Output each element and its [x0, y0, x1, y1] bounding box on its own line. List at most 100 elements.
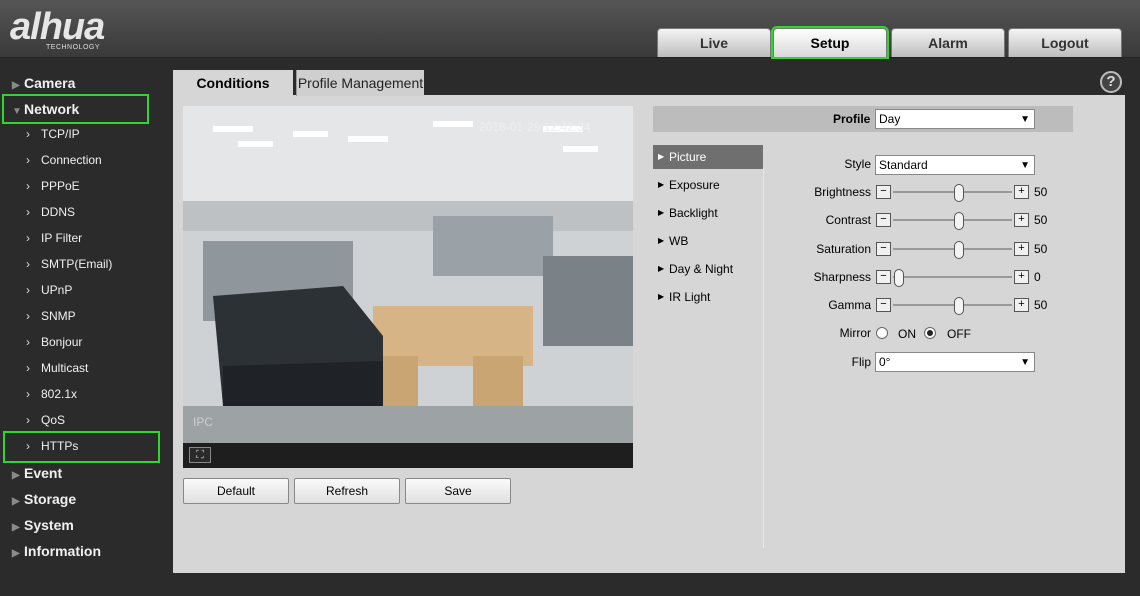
tab-conditions[interactable]: Conditions: [173, 70, 293, 96]
mirror-on-radio[interactable]: [876, 327, 888, 339]
chevron-right-icon: ›: [26, 127, 30, 141]
profile-select[interactable]: Day ▼: [875, 109, 1035, 129]
tab-setup[interactable]: Setup: [771, 26, 889, 59]
sidebar-item-system[interactable]: ▶ System: [12, 514, 74, 536]
gamma-slider[interactable]: − +: [876, 297, 1030, 315]
chevron-down-icon: ▼: [1020, 114, 1030, 125]
profile-select-value: Day: [879, 112, 901, 126]
sidebar-item-storage[interactable]: ▶ Storage: [12, 488, 76, 510]
menu-item-label: Backlight: [669, 206, 718, 220]
sidebar-item-ddns[interactable]: › DDNS: [26, 202, 75, 222]
decrease-button[interactable]: −: [876, 270, 891, 284]
sidebar-item-pppoe[interactable]: › PPPoE: [26, 176, 80, 196]
chevron-right-icon: ›: [26, 335, 30, 349]
sidebar-item-bonjour[interactable]: › Bonjour: [26, 332, 82, 352]
sidebar-item-label: Multicast: [41, 361, 89, 375]
caret-right-icon: ▶: [658, 208, 665, 217]
menu-item-day-night[interactable]: ▶ Day & Night: [653, 257, 763, 281]
style-select[interactable]: Standard ▼: [875, 155, 1035, 175]
fullscreen-icon[interactable]: ⛶: [189, 447, 211, 463]
brightness-slider[interactable]: − +: [876, 184, 1030, 202]
contrast-value: 50: [1034, 213, 1048, 227]
save-button[interactable]: Save: [405, 478, 511, 504]
refresh-button[interactable]: Refresh: [294, 478, 400, 504]
chevron-down-icon: ▼: [1020, 357, 1030, 368]
sidebar-item-label: Storage: [24, 491, 77, 507]
sharpness-value: 0: [1034, 270, 1041, 284]
sidebar-item-label: Connection: [41, 153, 102, 167]
slider-track: [893, 219, 1012, 221]
slider-track: [893, 191, 1012, 193]
sidebar-item-event[interactable]: ▶ Event: [12, 462, 62, 484]
decrease-button[interactable]: −: [876, 242, 891, 256]
increase-button[interactable]: +: [1014, 298, 1029, 312]
menu-item-wb[interactable]: ▶ WB: [653, 229, 763, 253]
sidebar-item-connection[interactable]: › Connection: [26, 150, 102, 170]
brightness-label: Brightness: [814, 185, 871, 199]
sidebar-item-8021x[interactable]: › 802.1x: [26, 384, 77, 404]
sidebar-item-label: Event: [24, 465, 63, 481]
sidebar-item-label: Bonjour: [41, 335, 83, 349]
mirror-on-label: ON: [898, 327, 916, 341]
tab-live[interactable]: Live: [657, 28, 771, 57]
chevron-right-icon: ›: [26, 231, 30, 245]
saturation-value: 50: [1034, 242, 1048, 256]
caret-right-icon: ▶: [658, 264, 665, 273]
chevron-right-icon: ›: [26, 179, 30, 193]
mirror-off-radio[interactable]: [924, 327, 936, 339]
mirror-off-label: OFF: [947, 327, 971, 341]
sharpness-slider[interactable]: − +: [876, 269, 1030, 287]
sidebar-item-label: System: [24, 517, 74, 533]
increase-button[interactable]: +: [1014, 185, 1029, 199]
sidebar-item-label: SMTP(Email): [41, 257, 113, 271]
increase-button[interactable]: +: [1014, 270, 1029, 284]
sidebar-item-label: Camera: [24, 75, 76, 91]
saturation-slider[interactable]: − +: [876, 241, 1030, 259]
chevron-right-icon: ›: [26, 387, 30, 401]
sidebar-item-tcpip[interactable]: › TCP/IP: [26, 124, 80, 144]
brightness-value: 50: [1034, 185, 1048, 199]
caret-right-icon: ▶: [658, 152, 665, 161]
sidebar-item-snmp[interactable]: › SNMP: [26, 306, 76, 326]
sidebar-item-ip-filter[interactable]: › IP Filter: [26, 228, 82, 248]
menu-item-exposure[interactable]: ▶ Exposure: [653, 173, 763, 197]
slider-thumb[interactable]: [954, 212, 964, 230]
slider-thumb[interactable]: [954, 297, 964, 315]
chevron-right-icon: ›: [26, 413, 30, 427]
decrease-button[interactable]: −: [876, 185, 891, 199]
flip-select[interactable]: 0° ▼: [875, 352, 1035, 372]
video-timestamp: 2018-01-29 12:42:34: [479, 120, 591, 134]
sidebar-item-multicast[interactable]: › Multicast: [26, 358, 88, 378]
tab-alarm[interactable]: Alarm: [891, 28, 1005, 57]
expand-arrow-icon: ▶: [12, 548, 20, 559]
decrease-button[interactable]: −: [876, 298, 891, 312]
sidebar-item-label: 802.1x: [41, 387, 78, 401]
slider-thumb[interactable]: [894, 269, 904, 287]
decrease-button[interactable]: −: [876, 213, 891, 227]
sidebar-item-smtp[interactable]: › SMTP(Email): [26, 254, 112, 274]
increase-button[interactable]: +: [1014, 242, 1029, 256]
brand-name: alhua: [10, 6, 105, 48]
sidebar-item-label: Information: [24, 543, 101, 559]
flip-label: Flip: [851, 355, 871, 369]
caret-right-icon: ▶: [658, 292, 665, 301]
sidebar-item-camera[interactable]: ▶ Camera: [12, 72, 75, 94]
menu-item-label: IR Light: [669, 290, 711, 304]
slider-thumb[interactable]: [954, 241, 964, 259]
default-button[interactable]: Default: [183, 478, 289, 504]
saturation-label: Saturation: [816, 242, 871, 256]
menu-item-backlight[interactable]: ▶ Backlight: [653, 201, 763, 225]
sidebar-item-information[interactable]: ▶ Information: [12, 540, 101, 562]
menu-item-ir-light[interactable]: ▶ IR Light: [653, 285, 763, 309]
help-icon[interactable]: ?: [1100, 71, 1122, 93]
contrast-slider[interactable]: − +: [876, 212, 1030, 230]
sidebar-item-qos[interactable]: › QoS: [26, 410, 65, 430]
slider-thumb[interactable]: [954, 184, 964, 202]
sidebar-item-upnp[interactable]: › UPnP: [26, 280, 72, 300]
menu-item-picture[interactable]: ▶ Picture: [653, 145, 763, 169]
tab-profile-management[interactable]: Profile Management: [296, 70, 424, 96]
style-select-value: Standard: [879, 158, 928, 172]
increase-button[interactable]: +: [1014, 213, 1029, 227]
expand-arrow-icon: ▶: [12, 470, 20, 481]
tab-logout[interactable]: Logout: [1008, 28, 1122, 57]
